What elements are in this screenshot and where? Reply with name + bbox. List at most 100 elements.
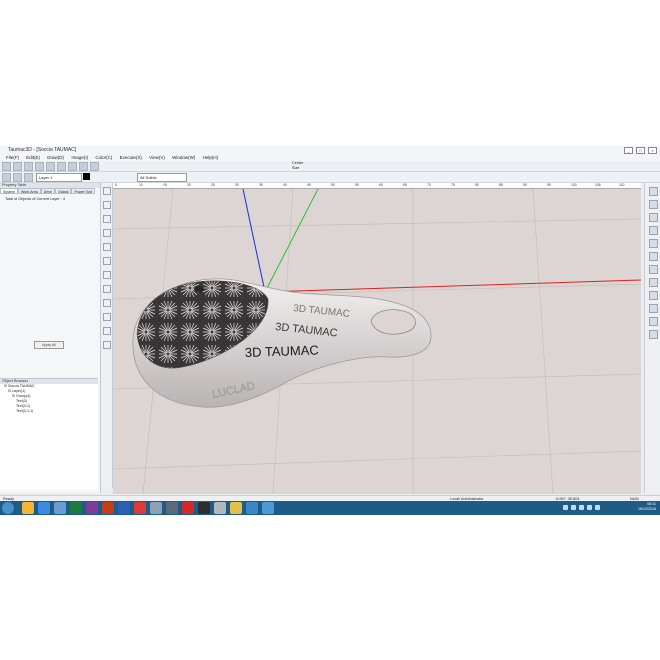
tree-item-text-3[interactable]: Text(3-1-1) xyxy=(4,409,98,414)
maximize-button[interactable]: □ xyxy=(636,147,645,154)
apply-all-button[interactable]: Apply All xyxy=(34,341,64,349)
measure-icon[interactable] xyxy=(102,327,111,335)
arc-icon[interactable] xyxy=(102,271,111,279)
render-icon[interactable] xyxy=(648,330,658,339)
layer-icon[interactable] xyxy=(2,173,11,182)
copy-icon[interactable] xyxy=(57,162,66,171)
side-view-icon[interactable] xyxy=(648,278,658,287)
disc-icon[interactable] xyxy=(198,502,210,514)
taumac-app-icon[interactable] xyxy=(246,502,258,514)
tab-system[interactable]: System xyxy=(0,188,18,194)
taumac-3d-icon[interactable] xyxy=(262,502,274,514)
menu-file[interactable]: File(F) xyxy=(6,154,19,161)
menu-window[interactable]: Window(W) xyxy=(172,154,195,161)
new-file-icon[interactable] xyxy=(2,162,11,171)
polygon-icon[interactable] xyxy=(102,285,111,293)
object-browser: Object Browser ⊟ Soccia TAUMAC ⊟ Layer(1… xyxy=(0,378,98,489)
menu-color[interactable]: Color(C) xyxy=(95,154,112,161)
file-explorer-icon[interactable] xyxy=(22,502,34,514)
iso-view-icon[interactable] xyxy=(648,291,658,300)
rotate-icon[interactable] xyxy=(648,226,658,235)
chrome-icon[interactable] xyxy=(134,502,146,514)
front-view-icon[interactable] xyxy=(648,265,658,274)
window-controls: _ □ × xyxy=(624,147,657,154)
ruler-tick: 100 xyxy=(571,183,577,187)
tab-power-tool[interactable]: Power Tool xyxy=(71,188,96,194)
select-arrow-icon[interactable] xyxy=(102,187,111,195)
text-tool-icon[interactable] xyxy=(102,299,111,307)
window-title: Taumac3D - [Soccia TAUMAC] xyxy=(8,147,77,153)
circle-icon[interactable] xyxy=(102,243,111,251)
folder-icon[interactable] xyxy=(230,502,242,514)
fill-icon[interactable] xyxy=(102,341,111,349)
tab-drive[interactable]: Drive xyxy=(40,188,56,194)
outlook-icon[interactable] xyxy=(118,502,130,514)
notepad-icon[interactable] xyxy=(214,502,226,514)
paste-icon[interactable] xyxy=(68,162,77,171)
flag-icon[interactable] xyxy=(579,505,584,510)
ruler-tick: 90 xyxy=(523,183,527,187)
ruler-tick: 70 xyxy=(427,183,431,187)
app-icon[interactable] xyxy=(150,502,162,514)
top-view-icon[interactable] xyxy=(648,252,658,261)
ruler-tick: 35 xyxy=(259,183,263,187)
zoom-all-icon[interactable] xyxy=(648,213,658,222)
center-label: Center xyxy=(292,161,304,165)
undo-icon[interactable] xyxy=(79,162,88,171)
layer-select[interactable]: Layer 1 xyxy=(36,173,82,182)
ruler-tick: 20 xyxy=(187,183,191,187)
acrobat-icon[interactable] xyxy=(182,502,194,514)
start-button-icon[interactable] xyxy=(2,502,14,514)
ie-browser-icon[interactable] xyxy=(38,502,50,514)
tab-work-area[interactable]: Work Area xyxy=(17,188,41,194)
ruler-tick: 105 xyxy=(595,183,601,187)
menu-edit[interactable]: Edit(E) xyxy=(26,154,40,161)
property-tabs: System Work Area Drive Global Power Tool xyxy=(0,188,100,194)
language-icon[interactable] xyxy=(595,505,600,510)
menu-view[interactable]: View(V) xyxy=(149,154,165,161)
rectangle-icon[interactable] xyxy=(102,257,111,265)
zoom-in-icon[interactable] xyxy=(648,187,658,196)
visible-icon[interactable] xyxy=(24,173,33,182)
volume-icon[interactable] xyxy=(571,505,576,510)
cross-icon[interactable] xyxy=(102,215,111,223)
tool-icon[interactable] xyxy=(166,502,178,514)
triangle-icon[interactable] xyxy=(102,313,111,321)
menu-execute[interactable]: Execute(X) xyxy=(120,154,142,161)
3d-viewport[interactable]: 3D TAUMAC 3D TAUMAC 3D TAUMAC LUCLAD xyxy=(113,189,641,494)
total-objects-text: Total of Objects of Current Layer : 4 xyxy=(5,197,65,201)
object-filter-select[interactable]: All Solids xyxy=(137,173,187,182)
lock-icon[interactable] xyxy=(13,173,22,182)
battery-icon[interactable] xyxy=(587,505,592,510)
color-swatch[interactable] xyxy=(83,173,90,180)
open-file-icon[interactable] xyxy=(13,162,22,171)
media-player-icon[interactable] xyxy=(54,502,66,514)
excel-icon[interactable] xyxy=(70,502,82,514)
close-button[interactable]: × xyxy=(648,147,657,154)
menu-image[interactable]: Image(I) xyxy=(71,154,88,161)
pointer-icon[interactable] xyxy=(102,201,111,209)
print-icon[interactable] xyxy=(35,162,44,171)
powerpoint-icon[interactable] xyxy=(102,502,114,514)
toolbar-icons xyxy=(2,162,99,171)
size-label: Size xyxy=(292,166,300,170)
line-icon[interactable] xyxy=(102,229,111,237)
wireframe-icon[interactable] xyxy=(648,317,658,326)
tab-global[interactable]: Global xyxy=(55,188,72,194)
onenote-icon[interactable] xyxy=(86,502,98,514)
minimize-button[interactable]: _ xyxy=(624,147,633,154)
network-icon[interactable] xyxy=(563,505,568,510)
ruler-tick: 80 xyxy=(475,183,479,187)
save-icon[interactable] xyxy=(24,162,33,171)
redo-icon[interactable] xyxy=(90,162,99,171)
cut-icon[interactable] xyxy=(46,162,55,171)
object-tree: ⊟ Soccia TAUMAC ⊟ Layer(1) ⊟ Group(4) Te… xyxy=(0,384,98,414)
menu-draw[interactable]: Draw(D) xyxy=(47,154,64,161)
taskbar-clock[interactable]: 08:11 16/12/2016 xyxy=(638,502,656,512)
zoom-out-icon[interactable] xyxy=(648,200,658,209)
main-toolbar: Center Size xyxy=(0,161,660,172)
pan-icon[interactable] xyxy=(648,239,658,248)
model-text-front: 3D TAUMAC xyxy=(245,342,319,360)
shading-icon[interactable] xyxy=(648,304,658,313)
menu-help[interactable]: Help(H) xyxy=(203,154,219,161)
